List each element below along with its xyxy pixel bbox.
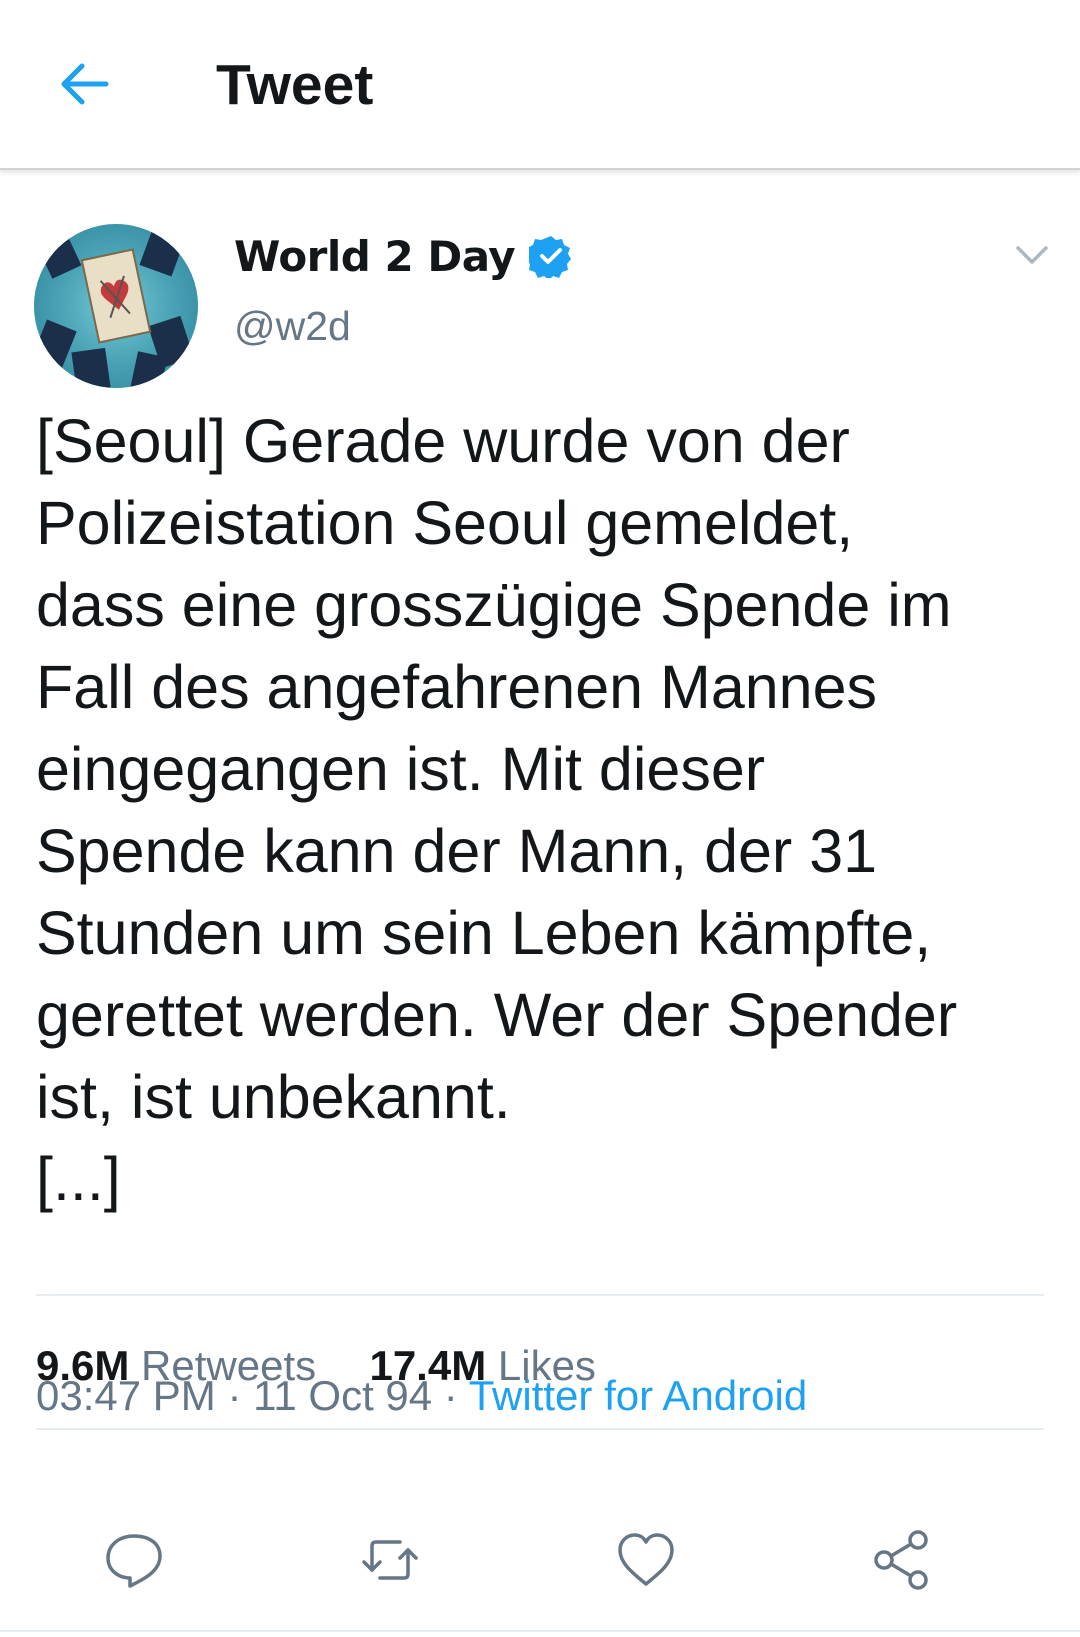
reply-icon[interactable] xyxy=(102,1528,166,1592)
retweets-count: 9.6M xyxy=(36,1342,130,1389)
divider xyxy=(36,1294,1044,1296)
likes-stat[interactable]: 17.4M Likes xyxy=(369,1338,595,1394)
avatar[interactable] xyxy=(34,224,198,388)
chevron-down-icon[interactable] xyxy=(1010,232,1054,276)
author-name-row[interactable]: World 2 Day xyxy=(234,226,573,286)
share-icon[interactable] xyxy=(870,1528,934,1592)
likes-count: 17.4M xyxy=(369,1342,487,1389)
page-title: Tweet xyxy=(216,53,374,117)
verified-badge-icon xyxy=(529,236,572,278)
divider xyxy=(36,1428,1044,1430)
like-icon[interactable] xyxy=(614,1528,678,1592)
divider xyxy=(0,1630,1080,1632)
author-name: World 2 Day xyxy=(234,231,516,281)
arrow-left-icon xyxy=(61,63,109,105)
likes-label: Likes xyxy=(497,1342,596,1389)
tweet-text: [Seoul] Gerade wurde von der Polizeistat… xyxy=(36,407,958,1213)
back-button[interactable] xyxy=(52,52,116,116)
retweets-label: Retweets xyxy=(141,1342,317,1389)
tweet-actions xyxy=(0,1528,1080,1592)
top-bar: Tweet xyxy=(0,0,1080,170)
retweets-stat[interactable]: 9.6M Retweets xyxy=(36,1338,316,1394)
author-handle: @w2d xyxy=(234,303,351,349)
retweet-icon[interactable] xyxy=(358,1528,422,1592)
avatar-tarot-image xyxy=(34,224,198,388)
tweet-stats: 9.6M Retweets 17.4M Likes xyxy=(36,1338,596,1394)
